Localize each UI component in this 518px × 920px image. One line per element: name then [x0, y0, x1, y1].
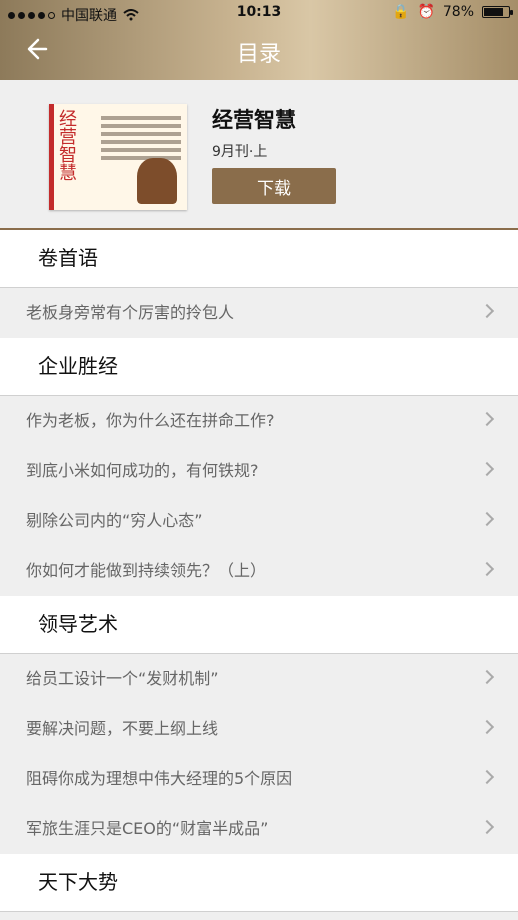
chevron-right-icon [479, 461, 495, 477]
item-title: 到底小米如何成功的，有何铁规? [26, 461, 259, 480]
alarm-icon: ⏰ [417, 4, 435, 20]
chevron-right-icon [479, 561, 495, 577]
list-item[interactable]: 剔除公司内的“穷人心态” [0, 496, 518, 546]
cover-line [101, 116, 181, 120]
item-title: 剔除公司内的“穷人心态” [26, 511, 203, 530]
cover-text-lines [101, 112, 181, 164]
cover-spine [49, 104, 54, 210]
status-right: 🔒 ⏰ 78% [392, 4, 513, 20]
battery-icon [482, 6, 513, 18]
lock-rotation-icon: 🔒 [392, 4, 410, 20]
section-header: 企业胜经 [0, 338, 518, 396]
battery-fill [484, 8, 503, 16]
section-header: 天下大势 [0, 854, 518, 912]
item-title: 老板身旁常有个厉害的拎包人 [26, 303, 235, 322]
chevron-right-icon [479, 303, 495, 319]
download-button[interactable]: 下载 [212, 168, 336, 204]
cover-title: 经营智慧 [59, 109, 77, 184]
list-item[interactable]: 军旅生涯只是CEO的“财富半成品” [0, 804, 518, 854]
cover-line [101, 124, 181, 128]
item-title: 要解决问题，不要上纲上线 [26, 719, 219, 738]
cover-line [101, 140, 181, 144]
section-header: 领导艺术 [0, 596, 518, 654]
toc-list: 卷首语 老板身旁常有个厉害的拎包人 企业胜经 作为老板，你为什么还在拼命工作? … [0, 230, 518, 912]
list-item[interactable]: 到底小米如何成功的，有何铁规? [0, 446, 518, 496]
list-item[interactable]: 给员工设计一个“发财机制” [0, 654, 518, 704]
page-title: 目录 [236, 42, 281, 67]
chevron-right-icon [479, 511, 495, 527]
book-cover: 经营智慧 [49, 104, 187, 210]
book-name: 经营智慧 [212, 108, 296, 132]
cover-figure-image [137, 158, 177, 204]
item-title: 你如何才能做到持续领先？（上） [26, 561, 267, 580]
list-item[interactable]: 要解决问题，不要上纲上线 [0, 704, 518, 754]
list-item[interactable]: 作为老板，你为什么还在拼命工作? [0, 396, 518, 446]
list-item[interactable]: 阻碍你成为理想中伟大经理的5个原因 [0, 754, 518, 804]
chevron-right-icon [479, 719, 495, 735]
nav-header: 中国联通 10:13 🔒 ⏰ 78% 目录 [0, 0, 518, 80]
cover-line [101, 156, 181, 160]
chevron-right-icon [479, 769, 495, 785]
cover-line [101, 132, 181, 136]
chevron-right-icon [479, 669, 495, 685]
list-item[interactable]: 你如何才能做到持续领先？（上） [0, 546, 518, 596]
chevron-right-icon [479, 411, 495, 427]
item-title: 阻碍你成为理想中伟大经理的5个原因 [26, 769, 293, 788]
item-title: 作为老板，你为什么还在拼命工作? [26, 411, 275, 430]
status-bar: 中国联通 10:13 🔒 ⏰ 78% [0, 0, 518, 26]
item-title: 军旅生涯只是CEO的“财富半成品” [26, 819, 269, 838]
list-item[interactable]: 老板身旁常有个厉害的拎包人 [0, 288, 518, 338]
cover-line [101, 148, 181, 152]
book-issue: 9月刊·上 [212, 144, 268, 160]
battery-percent: 78% [442, 4, 474, 20]
chevron-right-icon [479, 819, 495, 835]
section-header: 卷首语 [0, 230, 518, 288]
item-title: 给员工设计一个“发财机制” [26, 669, 219, 688]
